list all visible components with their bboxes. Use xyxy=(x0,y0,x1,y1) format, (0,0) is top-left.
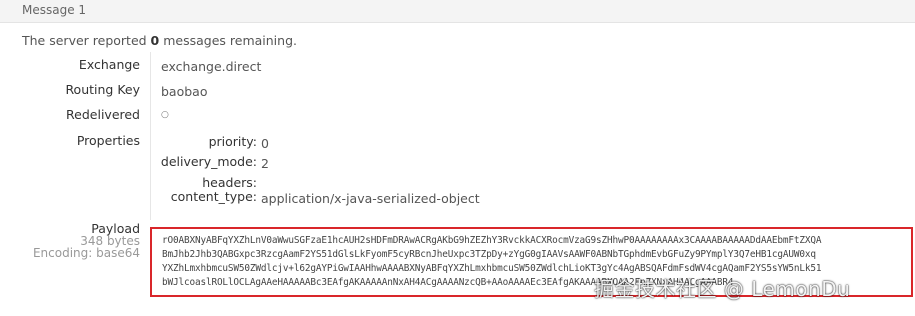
status-suffix: messages remaining. xyxy=(159,33,297,48)
property-value-delivery-mode: 2 xyxy=(261,156,269,171)
watermark: 掘金技术社区 @ LemonDu xyxy=(594,277,851,301)
property-key-priority: priority: xyxy=(208,134,257,149)
property-value-priority: 0 xyxy=(261,136,269,151)
routing-key-label: Routing Key xyxy=(65,82,140,97)
server-status-text: The server reported 0 messages remaining… xyxy=(22,33,297,48)
exchange-value: exchange.direct xyxy=(161,59,262,74)
exchange-label: Exchange xyxy=(78,57,140,72)
redelivered-icon: ○ xyxy=(161,110,169,120)
property-value-content-type: application/x-java-serialized-object xyxy=(261,191,480,206)
message-panel: Message 1 The server reported 0 messages… xyxy=(0,0,915,316)
remaining-count: 0 xyxy=(150,33,160,48)
property-key-content-type: content_type: xyxy=(170,189,257,204)
property-key-delivery-mode: delivery_mode: xyxy=(160,154,257,169)
payload-line: rO0ABXNyABFqYXZhLnV0aWwuSGFzaE1hcAUH2sHD… xyxy=(162,235,822,246)
payload-line: BmJhb2Jhb3QABGxpc3RzcgAamF2YS51dGlsLkFyo… xyxy=(162,249,816,260)
value-column-divider xyxy=(150,52,151,220)
routing-key-value: baobao xyxy=(161,84,208,99)
properties-label: Properties xyxy=(76,133,140,148)
message-header: Message 1 xyxy=(0,0,915,23)
property-key-headers: headers: xyxy=(202,175,257,190)
message-title: Message 1 xyxy=(22,3,87,17)
payload-encoding: Encoding: base64 xyxy=(32,246,140,260)
redelivered-label: Redelivered xyxy=(66,107,140,122)
status-prefix: The server reported xyxy=(22,33,151,48)
